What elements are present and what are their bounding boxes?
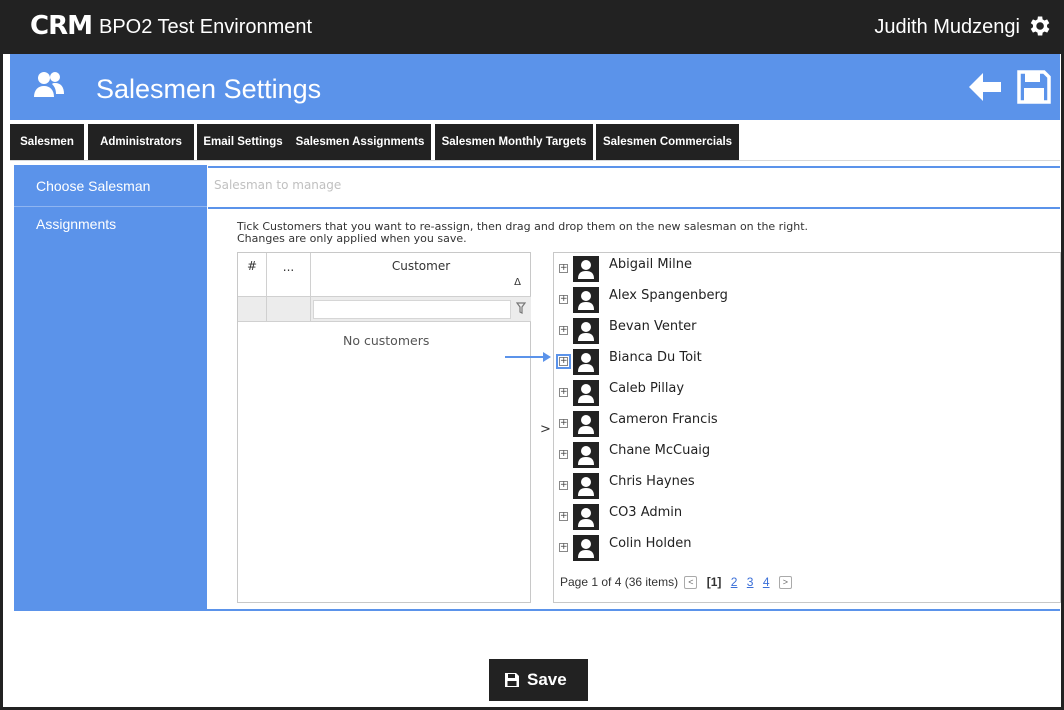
tree-node: + Colin Holden — [554, 534, 954, 565]
user-avatar-icon — [573, 442, 599, 468]
column-header-label: Customer — [391, 259, 451, 273]
save-button[interactable]: Save — [489, 659, 588, 701]
customer-grid: # ... Customer Δ No customers — [237, 252, 531, 603]
column-header-actions[interactable]: ... — [267, 253, 311, 296]
salesman-name[interactable]: Bianca Du Toit — [609, 350, 702, 366]
salesman-name[interactable]: Abigail Milne — [609, 257, 692, 273]
pager-page-3[interactable]: 3 — [747, 575, 754, 589]
salesman-name[interactable]: Chane McCuaig — [609, 443, 710, 459]
sidebar-item-choose-salesman[interactable]: Choose Salesman — [14, 177, 207, 195]
tree-node: + Bevan Venter — [554, 317, 954, 348]
user-avatar-icon — [573, 411, 599, 437]
filter-cell-actions — [267, 296, 311, 322]
panel-expander[interactable]: > — [540, 422, 551, 437]
page-header: Salesmen Settings — [10, 54, 1060, 120]
expand-node-icon[interactable]: + — [559, 512, 568, 521]
section-divider-top — [208, 166, 1060, 168]
user-avatar-icon — [573, 256, 599, 282]
annotation-arrow-icon — [505, 352, 551, 362]
tab-salesmen-commercials[interactable]: Salesmen Commercials — [596, 124, 739, 161]
salesman-name[interactable]: Bevan Venter — [609, 319, 697, 335]
user-avatar-icon — [573, 318, 599, 344]
expand-node-icon[interactable]: + — [559, 264, 568, 273]
tree-pager: Page 1 of 4 (36 items) < [1] 2 3 4 > — [560, 574, 795, 590]
tab-salesmen-monthly-targets[interactable]: Salesmen Monthly Targets — [435, 124, 593, 161]
salesman-name[interactable]: Alex Spangenberg — [609, 288, 728, 304]
user-avatar-icon — [573, 349, 599, 375]
salesman-name[interactable]: Colin Holden — [609, 536, 691, 552]
salesman-name[interactable]: Chris Haynes — [609, 474, 695, 490]
floppy-disk-icon — [505, 673, 519, 687]
sidebar-item-assignments[interactable]: Assignments — [14, 215, 207, 233]
salesman-name[interactable]: Cameron Francis — [609, 412, 718, 428]
pager-page-4[interactable]: 4 — [763, 575, 770, 589]
user-avatar-icon — [573, 287, 599, 313]
salesman-name[interactable]: CO3 Admin — [609, 505, 682, 521]
pager-next-icon[interactable]: > — [778, 576, 792, 590]
section-divider-bottom — [14, 609, 1060, 611]
salesman-tree: + Abigail Milne + Alex Spangenberg + Bev… — [553, 252, 1061, 603]
tab-email-settings[interactable]: Email Settings — [197, 124, 289, 161]
user-name[interactable]: Judith Mudzengi — [874, 15, 1020, 39]
pager-summary: Page 1 of 4 (36 items) — [560, 575, 679, 589]
expand-node-icon[interactable]: + — [559, 295, 568, 304]
tab-salesmen-assignments[interactable]: Salesmen Assignments — [289, 124, 431, 161]
filter-icon[interactable] — [516, 302, 526, 314]
crm-logo: CRM — [30, 11, 93, 41]
sidebar: Choose Salesman Assignments — [14, 165, 207, 611]
tree-node: + Caleb Pillay — [554, 379, 954, 410]
expand-node-icon[interactable]: + — [556, 354, 571, 369]
expand-node-icon[interactable]: + — [559, 419, 568, 428]
empty-grid-message: No customers — [343, 333, 430, 348]
pager-prev-icon[interactable]: < — [684, 576, 698, 590]
expand-node-icon[interactable]: + — [559, 481, 568, 490]
expand-node-icon[interactable]: + — [559, 388, 568, 397]
tree-node: + Chris Haynes — [554, 472, 954, 503]
user-avatar-icon — [573, 473, 599, 499]
gear-icon[interactable] — [1026, 13, 1052, 39]
tree-node: + Alex Spangenberg — [554, 286, 954, 317]
salesman-selector[interactable]: Salesman to manage — [214, 178, 341, 192]
tree-node: + CO3 Admin — [554, 503, 954, 534]
filter-cell-number — [238, 296, 267, 322]
users-icon — [34, 72, 64, 97]
sidebar-divider — [14, 206, 207, 207]
user-avatar-icon — [573, 504, 599, 530]
pager-page-2[interactable]: 2 — [731, 575, 738, 589]
column-header-customer[interactable]: Customer Δ — [311, 253, 531, 296]
customer-filter-input[interactable] — [313, 300, 511, 319]
filter-cell-customer — [311, 296, 531, 322]
section-divider-middle — [208, 207, 1060, 209]
arrow-left-icon[interactable] — [967, 71, 1003, 103]
tree-node: + Bianca Du Toit — [554, 348, 954, 379]
instruction-line: Changes are only applied when you save. — [237, 232, 467, 245]
expand-node-icon[interactable]: + — [559, 450, 568, 459]
tree-node: + Cameron Francis — [554, 410, 954, 441]
tab-salesmen[interactable]: Salesmen — [10, 124, 84, 161]
pager-current-page: [1] — [706, 575, 722, 589]
assignment-instructions: Tick Customers that you want to re-assig… — [237, 221, 937, 245]
tree-node: + Abigail Milne — [554, 255, 954, 286]
tree-node: + Chane McCuaig — [554, 441, 954, 472]
page-title: Salesmen Settings — [96, 74, 322, 104]
tab-administrators[interactable]: Administrators — [88, 124, 194, 161]
user-avatar-icon — [573, 535, 599, 561]
expand-node-icon[interactable]: + — [559, 326, 568, 335]
floppy-disk-icon[interactable] — [1017, 70, 1051, 104]
expand-node-icon[interactable]: + — [559, 543, 568, 552]
column-header-number[interactable]: # — [238, 253, 267, 296]
app-title: BPO2 Test Environment — [99, 16, 313, 38]
tabs-divider — [10, 160, 1060, 161]
save-button-label: Save — [527, 670, 567, 689]
sort-ascending-icon: Δ — [514, 277, 521, 288]
user-avatar-icon — [573, 380, 599, 406]
top-bar: CRM BPO2 Test Environment Judith Mudzeng… — [0, 0, 1064, 54]
salesman-name[interactable]: Caleb Pillay — [609, 381, 684, 397]
